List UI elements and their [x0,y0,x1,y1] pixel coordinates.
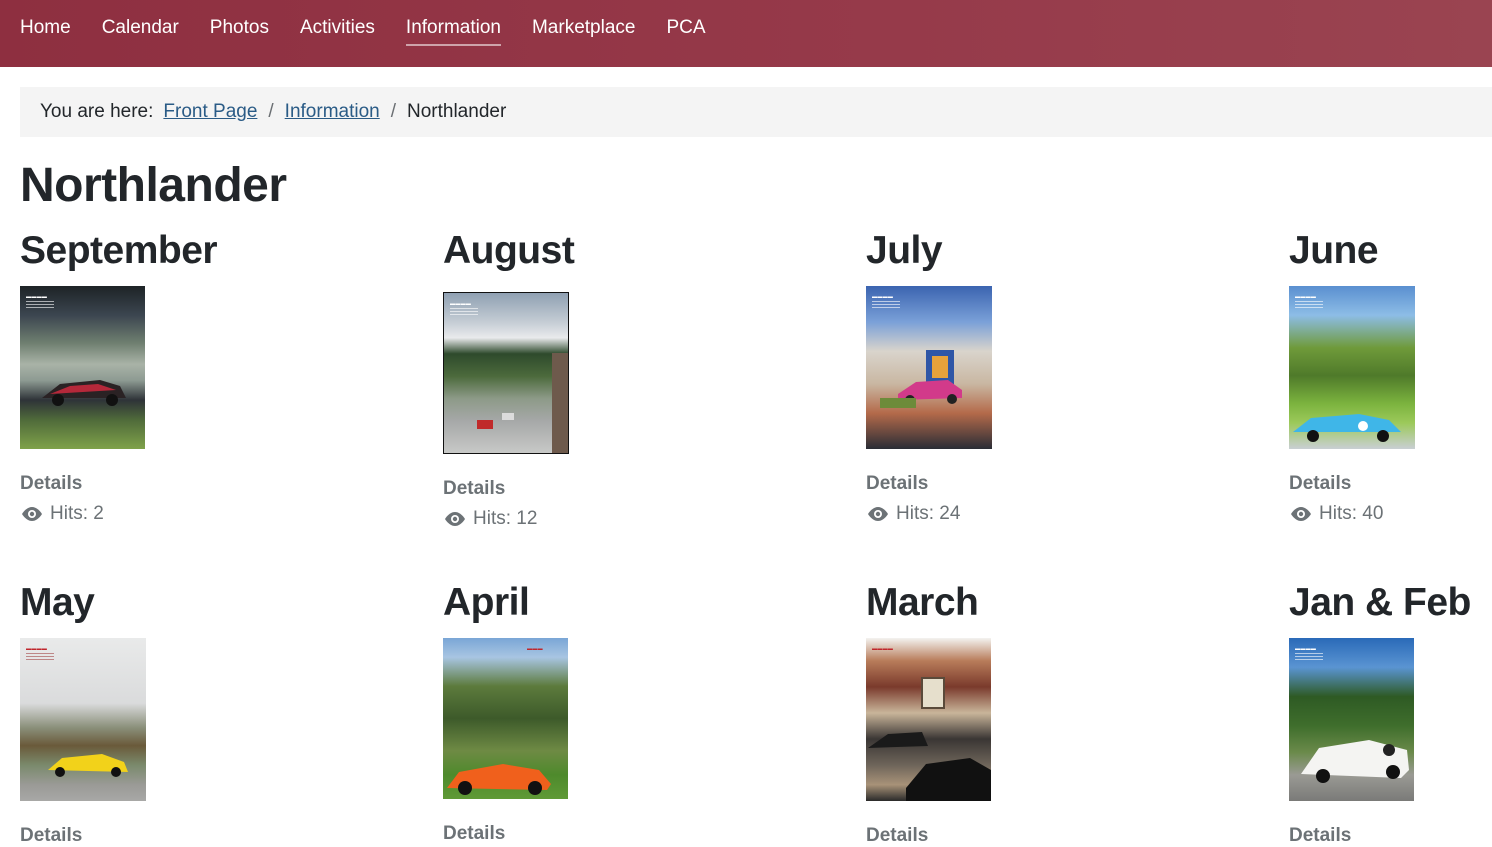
nav-link-information[interactable]: Information [406,17,501,39]
nav-link-marketplace[interactable]: Marketplace [532,17,636,39]
issue-title: July [866,229,943,272]
issue-card-september: September ▬▬▬▬ Details Hits: 2 [20,229,420,525]
nav-link-pca[interactable]: PCA [666,17,705,39]
issue-title: Jan & Feb [1289,581,1471,624]
issue-cover-image[interactable]: ▬▬▬ [443,638,568,799]
nav-item-photos[interactable]: Photos [210,0,269,67]
issue-card-may: May ▬▬▬▬ Details [20,581,420,847]
issue-details-link[interactable]: Details [866,473,1266,495]
eye-icon [1291,507,1311,521]
race-car-graphic [42,380,126,406]
issue-card-august: August ▬▬▬▬ Details Hits: 12 [443,229,843,530]
issue-hits: Hits: 40 [1289,503,1489,525]
breadcrumb-current: Northlander [407,101,507,122]
issue-card-june: June ▬▬▬▬ Details Hits: 40 [1289,229,1489,525]
issue-cover-image[interactable]: ▬▬▬▬ [20,638,146,801]
issue-hits: Hits: 12 [443,508,843,530]
nav-link-calendar[interactable]: Calendar [102,17,179,39]
race-car-graphic [48,754,128,777]
nav-item-calendar[interactable]: Calendar [102,0,179,67]
breadcrumb-lead: You are here: [40,101,154,122]
race-car-graphic [1301,740,1409,783]
breadcrumb-separator: / [268,101,274,122]
issue-cover-image[interactable]: ▬▬▬▬ [443,292,569,454]
issue-hits-count: Hits: 24 [896,503,961,524]
race-car-graphic [1293,414,1401,442]
race-car-graphic [447,764,551,795]
issue-details-link[interactable]: Details [443,478,843,500]
issue-details-link[interactable]: Details [1289,473,1489,495]
issue-details-link[interactable]: Details [20,473,420,495]
issue-card-july: July ▬▬▬▬ Details Hits: 24 [866,229,1266,525]
issue-card-april: April ▬▬▬ Details [443,581,843,845]
issue-cover-image[interactable]: ▬▬▬▬ [1289,638,1414,801]
eye-icon [22,507,42,521]
issue-card-jan-feb: Jan & Feb ▬▬▬▬ Details [1289,581,1489,847]
issue-cover-image[interactable]: ▬▬▬▬ [866,638,991,801]
nav-item-activities[interactable]: Activities [300,0,375,67]
nav-link-home[interactable]: Home [20,17,71,39]
breadcrumb-link-front-page[interactable]: Front Page [163,101,257,123]
main-navigation: Home Calendar Photos Activities Informat… [0,0,1492,67]
eye-icon [445,512,465,526]
issue-title: March [866,581,979,624]
issue-details-link[interactable]: Details [443,823,843,845]
issue-cover-image[interactable]: ▬▬▬▬ [20,286,145,449]
issue-hits: Hits: 2 [20,503,420,525]
page-title: Northlander [20,159,287,212]
nav-link-photos[interactable]: Photos [210,17,269,39]
track-scene-graphic [477,353,568,453]
issue-title: April [443,581,530,624]
issue-title: August [443,229,575,272]
nav-item-home[interactable]: Home [20,0,71,67]
showroom-graphic [868,677,991,801]
issue-hits-count: Hits: 12 [473,508,538,529]
issue-cover-image[interactable]: ▬▬▬▬ [866,286,992,449]
issue-title: June [1289,229,1379,272]
nav-item-marketplace[interactable]: Marketplace [532,0,636,67]
issue-cover-image[interactable]: ▬▬▬▬ [1289,286,1415,449]
breadcrumb: You are here: Front Page / Information /… [20,87,1492,137]
issue-title: May [20,581,95,624]
nav-link-activities[interactable]: Activities [300,17,375,39]
eye-icon [868,507,888,521]
breadcrumb-link-information[interactable]: Information [285,101,380,123]
nav-item-pca[interactable]: PCA [666,0,705,67]
garage-scene-graphic [880,350,962,408]
issue-hits-count: Hits: 2 [50,503,104,524]
breadcrumb-separator: / [390,101,396,122]
issue-title: September [20,229,218,272]
nav-item-information[interactable]: Information [405,0,502,67]
issue-hits: Hits: 24 [866,503,1266,525]
issue-card-march: March ▬▬▬▬ Details [866,581,1266,847]
issue-hits-count: Hits: 40 [1319,503,1384,524]
